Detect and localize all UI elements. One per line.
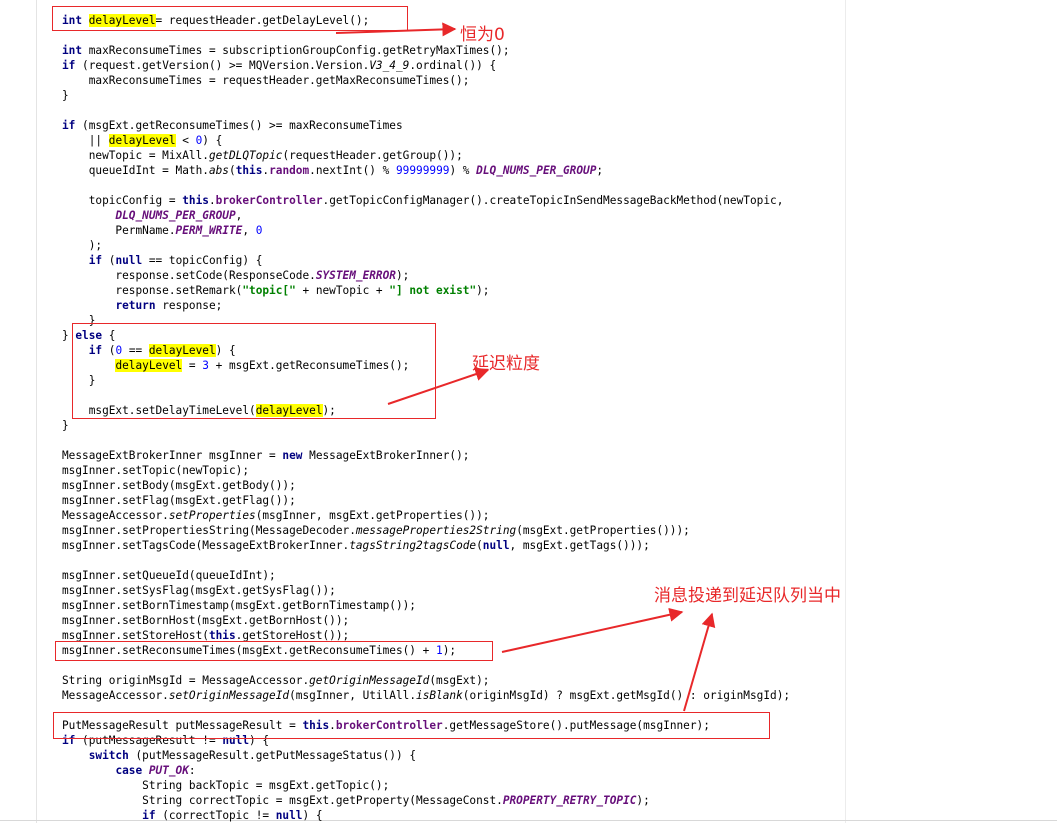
arrow-to-delay-granularity xyxy=(387,367,490,405)
arrow-from-put-message-box xyxy=(683,612,716,712)
annotation-delay-granularity: 延迟粒度 xyxy=(472,354,540,374)
arrow-to-always-zero xyxy=(335,22,457,37)
annotation-deliver-to-delay-queue: 消息投递到延迟队列当中 xyxy=(654,586,841,606)
annotation-always-zero: 恒为0 xyxy=(460,25,505,45)
arrow-from-reconsume-box xyxy=(501,607,684,653)
annotation-arrows xyxy=(335,22,716,712)
